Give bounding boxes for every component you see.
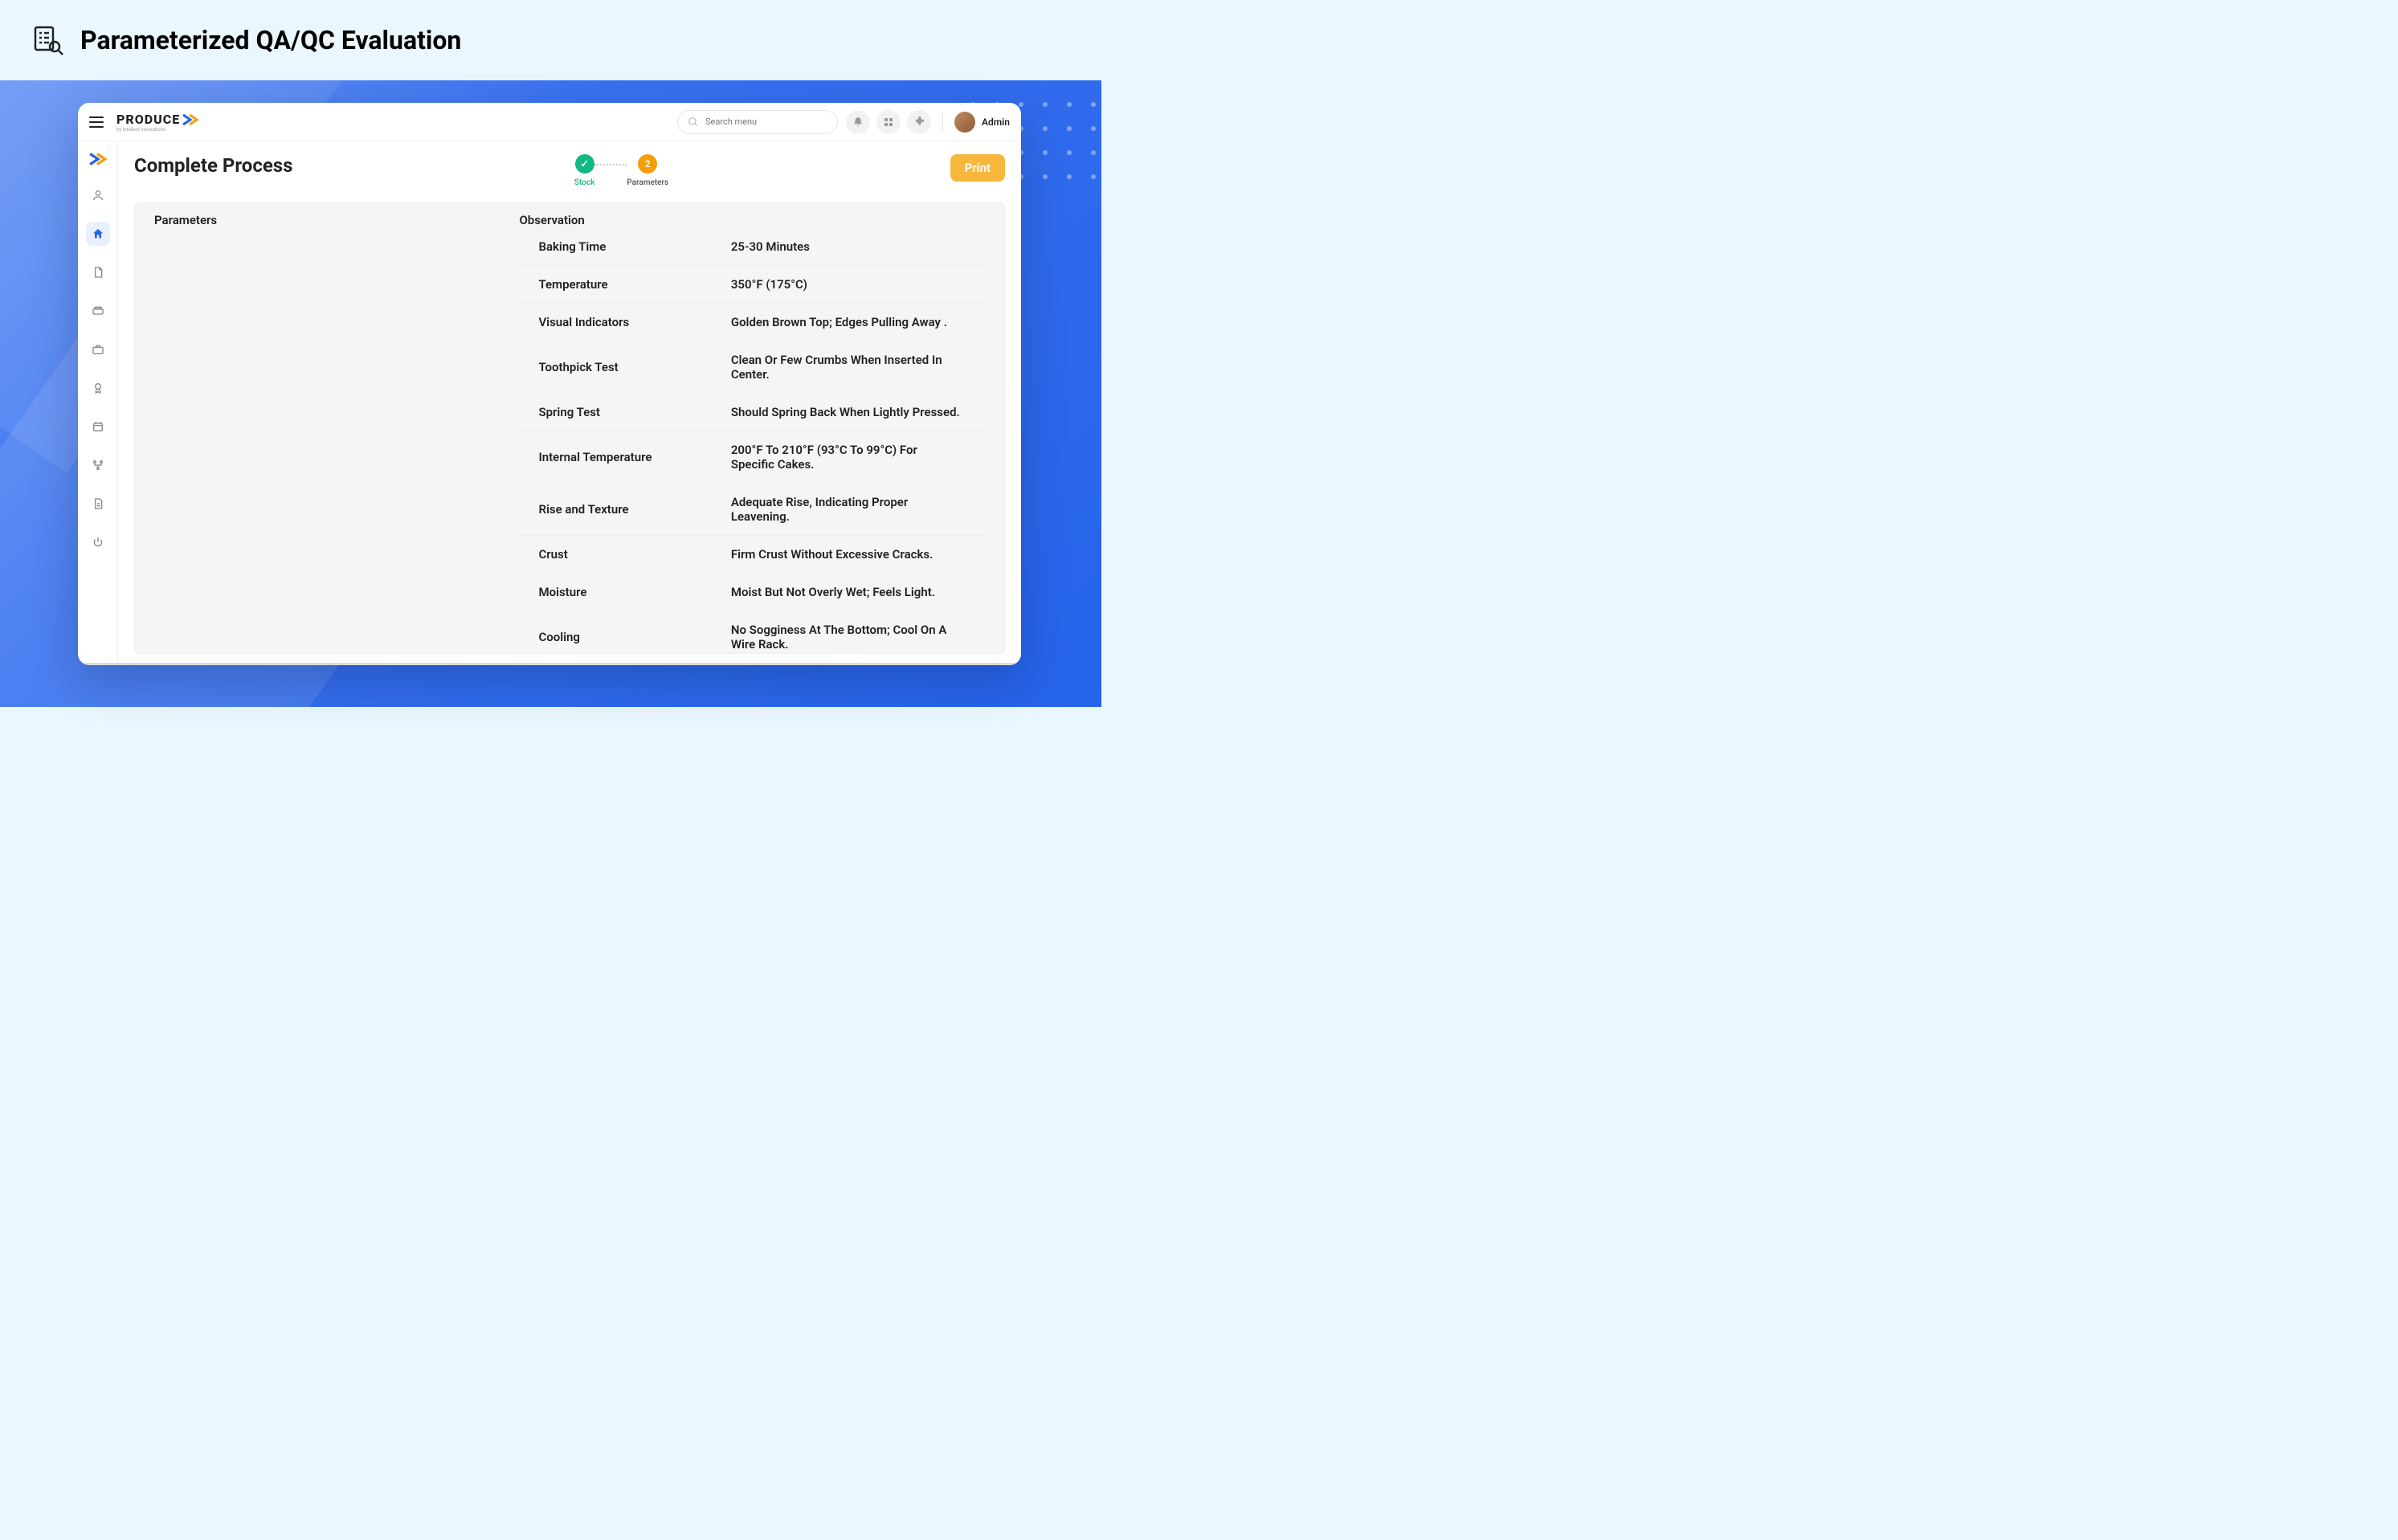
observation-cell: Golden Brown Top; Edges Pulling Away . <box>715 304 985 341</box>
observation-value[interactable]: 350°F (175°C) <box>720 271 974 298</box>
table-row: Visual IndicatorsGolden Brown Top; Edges… <box>519 303 985 341</box>
table-row: CoolingNo Sogginess At The Bottom; Cool … <box>519 611 985 654</box>
parameter-cell: Baking Time <box>519 228 714 265</box>
observation-value[interactable]: 25-30 Minutes <box>720 233 974 260</box>
observation-value[interactable]: Firm Crust Without Excessive Cracks. <box>720 541 974 568</box>
user-menu[interactable]: Admin <box>954 112 1010 133</box>
observation-cell: 25-30 Minutes <box>715 228 985 265</box>
bell-icon <box>852 116 864 128</box>
observation-value[interactable]: Adequate Rise, Indicating Proper Leaveni… <box>720 488 974 530</box>
check-icon: ✓ <box>575 154 594 174</box>
parameter-cell: Crust <box>519 536 714 573</box>
avatar <box>954 112 975 133</box>
sidebar-item-file[interactable] <box>86 492 110 516</box>
observation-value[interactable]: Moist But Not Overly Wet; Feels Light. <box>720 578 974 606</box>
step-connector <box>594 164 627 165</box>
parameter-cell: Toothpick Test <box>519 341 714 393</box>
logo-text: PRODUCE <box>116 112 180 127</box>
header-observation: ObservationBaking Time25-30 MinutesTempe… <box>500 203 1004 654</box>
observation-cell: No Sogginess At The Bottom; Cool On A Wi… <box>715 611 985 654</box>
parameter-cell: Visual Indicators <box>519 304 714 341</box>
sidebar-item-case[interactable] <box>86 337 110 362</box>
user-icon <box>92 189 104 202</box>
bottom-border <box>78 663 1021 665</box>
observation-value[interactable]: Should Spring Back When Lightly Pressed. <box>720 398 974 426</box>
sidebar-item-calendar[interactable] <box>86 415 110 439</box>
sidebar <box>78 141 118 665</box>
step-label: Stock <box>574 178 594 187</box>
step-stock[interactable]: ✓ Stock <box>574 154 594 187</box>
qa-icon <box>32 24 64 56</box>
table-row: Toothpick TestClean Or Few Crumbs When I… <box>519 341 985 393</box>
stepper: ✓ Stock 2 Parameters <box>574 154 668 187</box>
app-window: PRODUCE by intellect innovations Admi <box>78 103 1021 665</box>
sidebar-item-workflow[interactable] <box>86 453 110 477</box>
parameters-table: Parameters ObservationBaking Time25-30 M… <box>134 202 1005 654</box>
observation-cell: Moist But Not Overly Wet; Feels Light. <box>715 574 985 611</box>
wallet-icon <box>92 304 104 317</box>
header-parameters: Parameters <box>135 203 500 654</box>
step-number: 2 <box>638 154 657 174</box>
main-content: Complete Process ✓ Stock 2 Parameters <box>118 141 1021 665</box>
sidebar-logo-icon <box>88 149 108 169</box>
apps-button[interactable] <box>876 110 901 134</box>
observation-value[interactable]: Clean Or Few Crumbs When Inserted In Cen… <box>720 346 974 388</box>
observation-cell: Firm Crust Without Excessive Cracks. <box>715 536 985 573</box>
logo: PRODUCE by intellect innovations <box>116 112 199 133</box>
table-row: CrustFirm Crust Without Excessive Cracks… <box>519 535 985 573</box>
search-box[interactable] <box>677 110 838 134</box>
document-icon <box>92 266 104 279</box>
grid-icon <box>884 117 893 127</box>
observation-value[interactable]: No Sogginess At The Bottom; Cool On A Wi… <box>720 616 974 654</box>
workflow-icon <box>92 459 104 472</box>
observation-cell: 350°F (175°C) <box>715 266 985 303</box>
award-icon <box>92 382 104 394</box>
observation-cell: 200°F To 210°F (93°C To 99°C) For Specif… <box>715 431 985 483</box>
user-name: Admin <box>982 116 1010 128</box>
table-row: Baking Time25-30 Minutes <box>519 227 985 265</box>
table-row: Internal Temperature200°F To 210°F (93°C… <box>519 431 985 483</box>
parameter-cell: Temperature <box>519 266 714 303</box>
observation-cell: Should Spring Back When Lightly Pressed. <box>715 394 985 431</box>
banner-title: Parameterized QA/QC Evaluation <box>80 25 461 55</box>
logo-subtitle: by intellect innovations <box>116 127 199 133</box>
search-input[interactable] <box>705 116 827 127</box>
table-header: Parameters ObservationBaking Time25-30 M… <box>135 203 1004 654</box>
sidebar-item-profile[interactable] <box>86 183 110 207</box>
sidebar-item-power[interactable] <box>86 530 110 554</box>
table-row: Rise and TextureAdequate Rise, Indicatin… <box>519 483 985 535</box>
print-button[interactable]: Print <box>950 154 1005 182</box>
sidebar-item-doc[interactable] <box>86 260 110 284</box>
step-parameters[interactable]: 2 Parameters <box>627 154 668 187</box>
briefcase-icon <box>92 343 104 356</box>
step-label: Parameters <box>627 178 668 187</box>
gear-icon <box>913 116 925 128</box>
observation-value[interactable]: 200°F To 210°F (93°C To 99°C) For Specif… <box>720 436 974 478</box>
parameter-cell: Internal Temperature <box>519 431 714 483</box>
calendar-icon <box>92 420 104 433</box>
topbar: PRODUCE by intellect innovations Admi <box>78 103 1021 141</box>
observation-cell: Adequate Rise, Indicating Proper Leaveni… <box>715 484 985 535</box>
home-icon <box>92 227 104 240</box>
parameter-cell: Cooling <box>519 611 714 654</box>
sidebar-item-wallet[interactable] <box>86 299 110 323</box>
parameter-cell: Rise and Texture <box>519 484 714 535</box>
observation-value[interactable]: Golden Brown Top; Edges Pulling Away . <box>720 308 974 336</box>
parameter-cell: Moisture <box>519 574 714 611</box>
notifications-button[interactable] <box>846 110 870 134</box>
table-row: Temperature350°F (175°C) <box>519 265 985 303</box>
table-row: MoistureMoist But Not Overly Wet; Feels … <box>519 573 985 611</box>
settings-button[interactable] <box>907 110 931 134</box>
search-icon <box>688 116 699 128</box>
power-icon <box>92 536 104 549</box>
table-row: Spring TestShould Spring Back When Light… <box>519 393 985 431</box>
observation-cell: Clean Or Few Crumbs When Inserted In Cen… <box>715 341 985 393</box>
page-title: Complete Process <box>134 154 292 177</box>
sidebar-item-award[interactable] <box>86 376 110 400</box>
sidebar-item-home[interactable] <box>86 222 110 246</box>
banner: Parameterized QA/QC Evaluation <box>0 0 1101 80</box>
menu-toggle-button[interactable] <box>89 116 104 128</box>
file-icon <box>92 497 104 510</box>
parameter-cell: Spring Test <box>519 394 714 431</box>
